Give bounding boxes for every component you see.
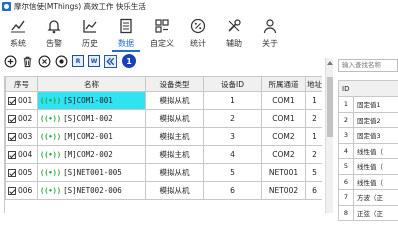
bell-icon (45, 17, 63, 35)
scroll-up-arrow-icon[interactable] (326, 61, 333, 65)
list-item[interactable]: 3 固定值3 (338, 127, 398, 144)
row-checkbox[interactable] (8, 187, 16, 195)
app-logo-icon (2, 2, 11, 11)
stop-icon[interactable] (55, 55, 68, 68)
window-title: 摩尔信使(MThings) 高效工作 快乐生活 (14, 2, 146, 11)
col-address[interactable]: 地址 (305, 76, 322, 92)
signal-icon: ((•)) (40, 133, 62, 141)
list-item[interactable]: 1 固定值1 (338, 96, 398, 113)
list-item[interactable]: 5 线性值（ (338, 158, 398, 175)
tools-icon (225, 17, 243, 35)
table-row[interactable]: 005 ((•)) [S]NET001-005 模拟从机 5 NET001 5 (5, 163, 322, 182)
nav-history[interactable]: 历史 (72, 14, 108, 52)
nav-stats[interactable]: 统计 (180, 14, 216, 52)
table-row[interactable]: 001 ((•)) [S]COM1-001 模拟从机 1 COM1 1 (5, 91, 322, 110)
nav-assist[interactable]: 辅助 (216, 14, 252, 52)
write-button[interactable]: W (88, 55, 100, 67)
row-checkbox[interactable] (8, 115, 16, 123)
row-checkbox[interactable] (8, 169, 16, 177)
table-row[interactable]: 002 ((•)) [S]COM1-002 模拟从机 2 COM1 2 (5, 109, 322, 128)
table-row[interactable]: 003 ((•)) [M]COM2-001 模拟主机 3 COM2 1 (5, 127, 322, 146)
list-item[interactable]: 4 线性值（ (338, 142, 398, 159)
read-button[interactable]: R (72, 55, 84, 67)
percent-icon (189, 17, 207, 35)
document-icon (117, 17, 135, 35)
col-device-id[interactable]: 设备ID (203, 76, 262, 92)
row-checkbox[interactable] (8, 97, 16, 105)
list-item[interactable]: 6 线性值（ (338, 173, 398, 190)
register-panel: 输入查找名称 ID 1 固定值1 2 固定值2 3 固定值3 4 线性值（ 5 线性值（ … (335, 54, 398, 221)
signal-icon: ((•)) (40, 151, 62, 159)
col-id[interactable]: ID (338, 80, 398, 97)
toolbar: R W 1 (0, 52, 332, 70)
scrollbar-thumb[interactable] (326, 77, 333, 137)
row-checkbox[interactable] (8, 133, 16, 141)
search-input[interactable]: 输入查找名称 (338, 59, 398, 72)
register-header-row: ID (338, 80, 398, 97)
add-icon[interactable] (4, 55, 17, 68)
signal-icon: ((•)) (40, 115, 62, 123)
table-scrollbar[interactable] (325, 58, 333, 213)
col-channel[interactable]: 所属通道 (261, 76, 306, 92)
nav-custom[interactable]: 自定义 (144, 14, 180, 52)
register-table: ID 1 固定值1 2 固定值2 3 固定值3 4 线性值（ 5 线性值（ 6 线性值（ 7… (338, 80, 398, 221)
list-item[interactable]: 2 固定值2 (338, 111, 398, 128)
collapse-left-icon[interactable] (104, 54, 117, 68)
list-item[interactable]: 7 方波（正 (338, 189, 398, 206)
list-item[interactable]: 8 正弦（正 (338, 204, 398, 221)
gear-icon (9, 17, 27, 35)
step-badge: 1 (122, 54, 136, 68)
main-nav: 系统 告警 历史 数据 自定义 统计 辅助 关于 (0, 14, 398, 52)
signal-icon: ((•)) (40, 187, 62, 195)
person-icon (261, 17, 279, 35)
device-table: 序号 名称 设备类型 设备ID 所属通道 地址 001 ((•)) [S]COM1… (4, 76, 322, 213)
nav-data[interactable]: 数据 (108, 14, 144, 52)
col-name[interactable]: 名称 (37, 76, 146, 92)
nav-about[interactable]: 关于 (252, 14, 288, 52)
table-header-row: 序号 名称 设备类型 设备ID 所属通道 地址 (5, 76, 322, 92)
signal-icon: ((•)) (40, 169, 62, 177)
nav-system[interactable]: 系统 (0, 14, 36, 52)
title-bar: 摩尔信使(MThings) 高效工作 快乐生活 (0, 0, 398, 13)
col-type[interactable]: 设备类型 (145, 76, 204, 92)
table-row[interactable]: 004 ((•)) [M]COM2-002 模拟主机 4 COM2 2 (5, 145, 322, 164)
trash-icon[interactable] (21, 55, 34, 68)
close-icon[interactable] (38, 55, 51, 68)
grid-icon (153, 17, 171, 35)
table-row[interactable]: 006 ((•)) [S]NET002-006 模拟从机 6 NET002 6 (5, 181, 322, 200)
nav-alarm[interactable]: 告警 (36, 14, 72, 52)
chart-icon (81, 17, 99, 35)
col-seq[interactable]: 序号 (5, 76, 38, 92)
row-checkbox[interactable] (8, 151, 16, 159)
signal-icon: ((•)) (40, 97, 62, 105)
